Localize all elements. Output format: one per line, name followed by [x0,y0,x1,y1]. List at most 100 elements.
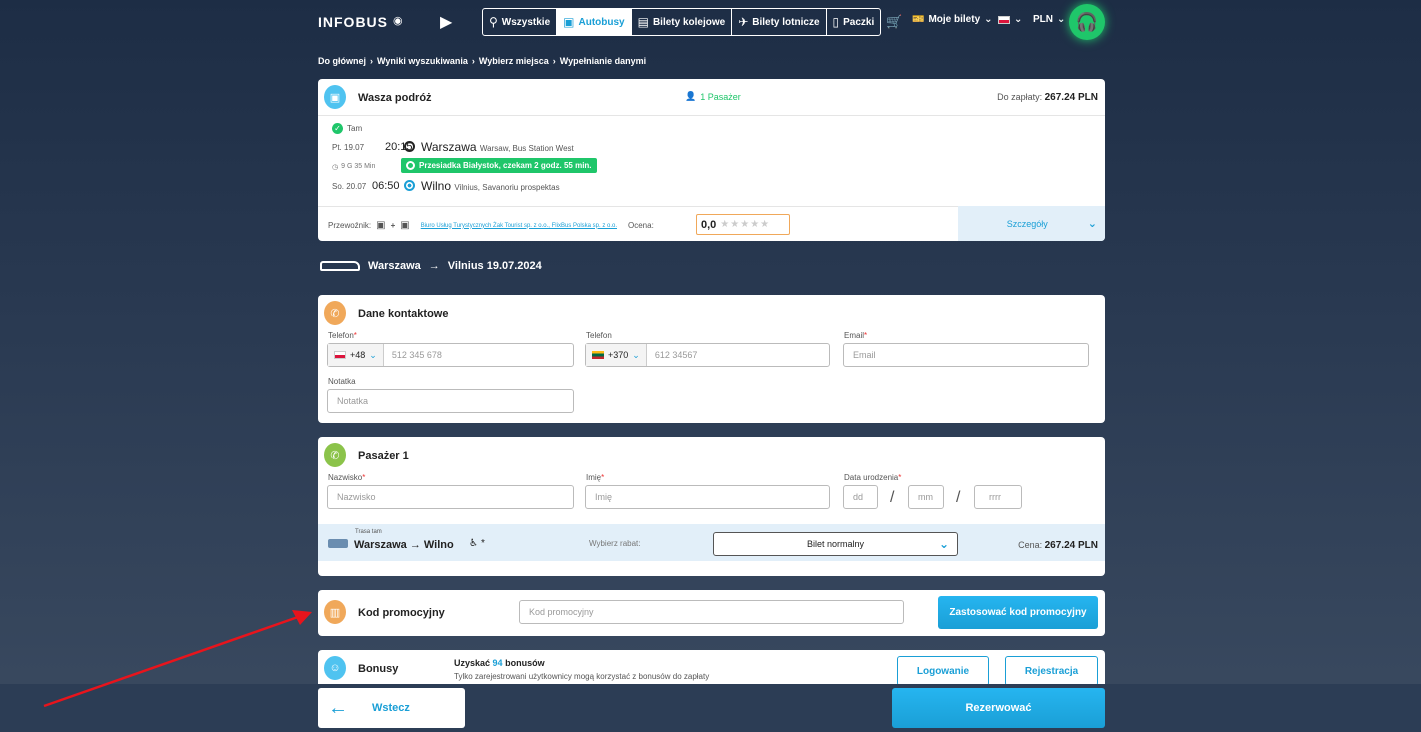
bus-icon: ▣ [400,220,410,231]
chevron-down-icon: ⌄ [1014,14,1023,25]
trip-divider [318,115,1105,116]
contact-title: Dane kontaktowe [358,308,449,320]
flag-lt-icon [592,351,604,359]
phone2-field[interactable]: +370 ⌄ 612 34567 [585,343,830,367]
breadcrumb-seats[interactable]: Wybierz miejsca [479,56,549,66]
ticket-icon: 🎫 [912,14,925,25]
transfer-icon [406,161,415,170]
promo-title: Kod promocyjny [358,607,445,619]
route-summary: Warszawa → Vilnius 19.07.2024 [320,260,542,272]
bus-side-icon [320,261,360,271]
flag-pl-icon [334,351,346,359]
tab-buses[interactable]: ▣ Autobusy [557,9,632,35]
seat-icon: ♿ [469,538,478,549]
chevron-down-icon: ⌄ [938,537,949,551]
phone2-label: Telefon [586,331,612,340]
dob-day-field[interactable]: dd [843,485,878,509]
support-headset-button[interactable]: 🎧 [1069,4,1105,40]
details-toggle[interactable]: Szczegóły ⌄ [958,206,1105,241]
surname-field[interactable]: Nazwisko [327,485,574,509]
arrow-left-icon: ← [328,696,348,719]
chevron-down-icon: ⌄ [984,14,993,25]
passenger-title: Pasażer 1 [358,450,409,462]
bonus-earn: Uzyskać 94 bonusów [454,658,545,668]
carrier-link[interactable]: Biuro Usług Turystycznych Żak Tourist sp… [421,223,617,229]
bonus-icon: ☺ [324,656,346,680]
bus-icon: ▣ [563,15,575,29]
transfer-badge: Przesiadka Białystok, czekam 2 godz. 55 … [401,158,597,173]
dep-stop-icon [404,141,415,152]
firstname-field[interactable]: Imię [585,485,830,509]
trip-title: Wasza podróż [358,92,432,104]
dob-label: Data urodzenia* [844,473,902,482]
passenger-route: Warszawa → Wilno [354,539,454,551]
chevron-down-icon: ⌄ [632,349,640,360]
tab-parcels[interactable]: ▯ Paczki [827,9,881,35]
footer-bar [0,684,1421,732]
promo-code-input[interactable]: Kod promocyjny [519,600,904,624]
total-to-pay: Do zapłaty: 267.24 PLN [997,92,1098,103]
discount-select[interactable]: Bilet normalny ⌄ [713,532,958,556]
cart-icon[interactable]: 🛒 [886,14,902,30]
dob-month-field[interactable]: mm [908,485,944,509]
passenger-phone-icon: ✆ [324,443,346,467]
rating-box: 0,0 ★★★★★ [696,214,790,235]
chevron-down-icon: ⌄ [1087,218,1097,230]
dep-location: Warszawa Warsaw, Bus Station West [421,140,574,154]
tab-flights[interactable]: ✈ Bilety lotnicze [732,9,827,35]
carrier-info: Przewoźnik: ▣ + ▣ Biuro Usług Turystycznyc… [328,220,654,231]
phone-field[interactable]: +48 ⌄ 512 345 678 [327,343,574,367]
plane-icon: ✈ [738,15,749,29]
contact-card: ✆ Dane kontaktowe Telefon* +48 ⌄ 512 345… [318,295,1105,423]
headset-icon: 🎧 [1075,11,1099,32]
breadcrumb-home[interactable]: Do głównej [318,56,366,66]
tab-all[interactable]: ⚲ Wszystkie [483,9,558,35]
chevron-down-icon: ⌄ [1057,14,1066,25]
trip-duration: ◷ 9 G 35 Min [332,163,376,171]
phone-country-selector[interactable]: +48 ⌄ [328,344,384,366]
package-icon: ▯ [832,15,840,29]
login-button[interactable]: Logowanie [897,656,989,686]
note-field[interactable]: Notatka [327,389,574,413]
register-button[interactable]: Rejestracja [1005,656,1098,686]
reserve-button[interactable]: Rezerwować [892,688,1105,728]
tab-trains[interactable]: ▤ Bilety kolejowe [632,9,733,35]
dob-year-field[interactable]: rrrr [974,485,1022,509]
date-separator: / [890,489,895,506]
chevron-down-icon: ⌄ [369,349,377,360]
logo[interactable]: INFOBUS [318,14,388,30]
passenger-card: ✆ Pasażer 1 Nazwisko* Nazwisko Imię* Imi… [318,437,1105,576]
surname-label: Nazwisko* [328,473,366,482]
arrow-right-icon: → [428,260,440,272]
bonus-title: Bonusy [358,663,399,675]
discount-label: Wybierz rabat: [589,539,641,548]
date-separator: / [956,489,961,506]
google-play-icon[interactable]: ▶ [440,12,452,32]
breadcrumb-results[interactable]: Wyniki wyszukiwania [377,56,468,66]
check-icon: ✓ [332,123,343,134]
note-label: Notatka [328,377,356,386]
breadcrumb-current: Wypełnianie danymi [559,56,647,66]
back-button[interactable]: ← Wstecz [318,688,465,728]
seat-info: ♿ * [469,538,485,549]
phone-label: Telefon* [328,331,357,340]
arr-location: Wilno Vilnius, Savanoriu prospektas [421,179,560,193]
passenger-count: 👤 1 Pasażer [685,91,741,102]
currency-selector[interactable]: PLN ⌄ [1033,14,1065,25]
arr-stop-icon [404,180,415,191]
clock-icon: ◷ [332,164,339,171]
my-tickets-menu[interactable]: 🎫 Moje bilety ⌄ [912,14,993,25]
language-selector[interactable]: ⌄ [998,14,1022,25]
arr-date: So. 20.07 [332,182,367,191]
apply-promo-button[interactable]: Zastosować kod promocyjny [938,596,1098,629]
phone2-country-selector[interactable]: +370 ⌄ [586,344,647,366]
direction-label: ✓ Tam [332,123,362,134]
email-label: Email* [844,331,868,340]
arr-time: 06:50 [372,180,400,192]
email-field[interactable]: Email [843,343,1089,367]
barcode-icon: ▥ [324,600,346,624]
trip-card: ▣ Wasza podróż 👤 1 Pasażer Do zapłaty: 26… [318,79,1105,241]
passenger-price: Cena: 267.24 PLN [1018,540,1098,551]
transport-tabs: ⚲ Wszystkie ▣ Autobusy ▤ Bilety kolejowe ✈ B… [482,8,882,36]
bonus-note: Tylko zarejestrowani użytkownicy mogą ko… [454,672,710,681]
